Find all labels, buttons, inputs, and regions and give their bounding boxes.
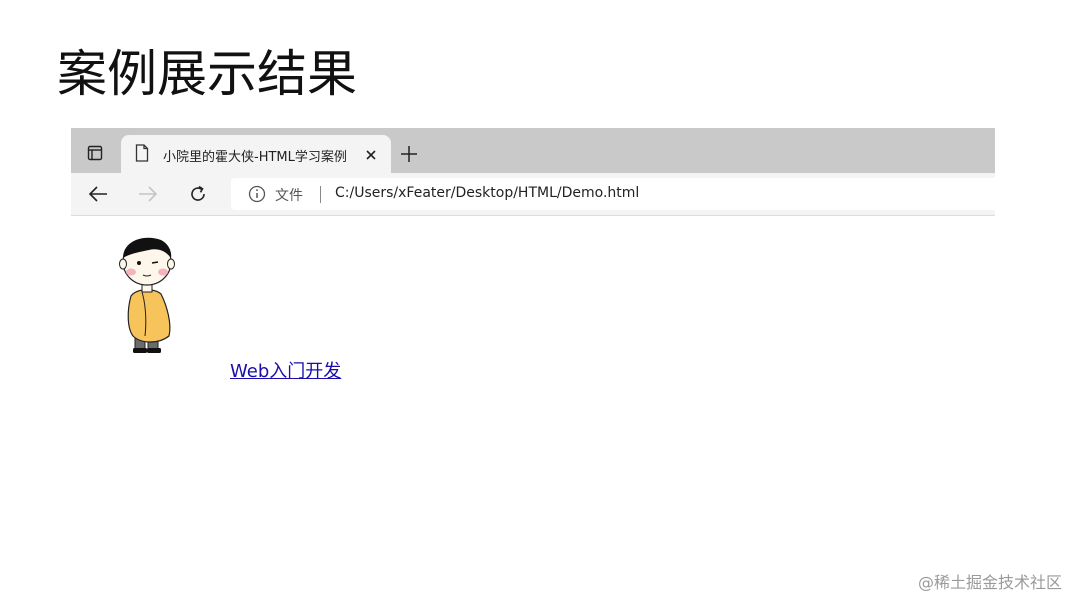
page-viewport: Web入门开发 [71,216,995,458]
close-icon [366,150,376,160]
tab-strip: 小院里的霍大侠-HTML学习案例 [71,128,995,173]
info-icon[interactable] [248,185,266,207]
refresh-icon [191,185,205,201]
back-button[interactable] [85,181,111,207]
plus-icon [401,146,417,162]
forward-button[interactable] [135,181,161,207]
browser-window: 小院里的霍大侠-HTML学习案例 文件 C:/Users/xFeater/Des… [71,128,995,458]
slide-title: 案例展示结果 [57,45,357,103]
tab-title: 小院里的霍大侠-HTML学习案例 [163,150,347,165]
tab-active[interactable]: 小院里的霍大侠-HTML学习案例 [121,135,391,173]
arrow-right-icon [139,186,158,202]
document-icon [135,144,149,166]
browser-toolbar: 文件 C:/Users/xFeater/Desktop/HTML/Demo.ht… [71,173,995,216]
cartoon-boy-icon [109,232,189,362]
tab-close-button[interactable] [361,145,381,165]
address-separator [320,186,321,203]
new-tab-button[interactable] [397,142,421,166]
watermark: @稀土掘金技术社区 [917,573,1062,592]
tab-actions-icon [87,145,103,161]
refresh-button[interactable] [185,181,211,207]
address-bar[interactable]: 文件 C:/Users/xFeater/Desktop/HTML/Demo.ht… [231,178,995,210]
address-url[interactable]: C:/Users/xFeater/Desktop/HTML/Demo.html [335,185,639,201]
arrow-left-icon [88,186,107,202]
web-intro-link[interactable]: Web入门开发 [230,357,341,383]
address-scheme-label: 文件 [275,188,303,204]
tab-actions-button[interactable] [81,140,109,166]
